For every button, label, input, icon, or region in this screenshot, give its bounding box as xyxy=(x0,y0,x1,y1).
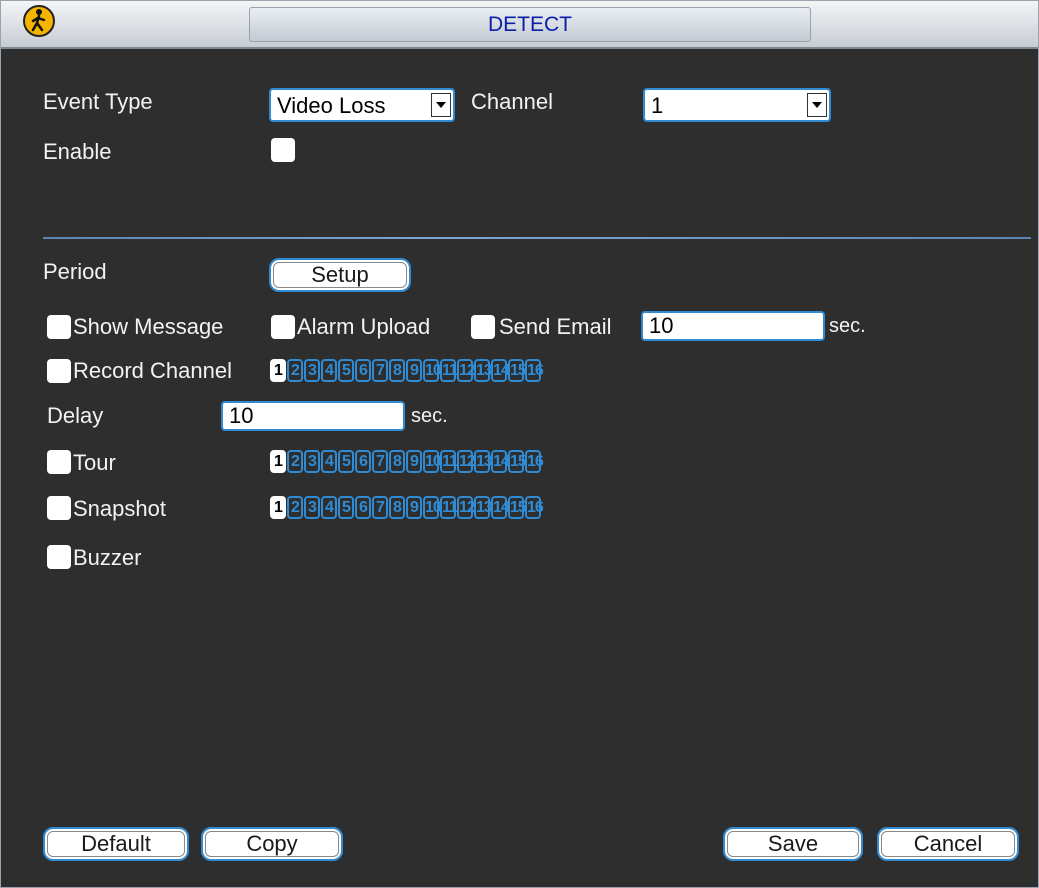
record-channel-16[interactable]: 16 xyxy=(525,359,544,382)
record-channel-10[interactable]: 10 xyxy=(423,359,442,382)
record-channel-6[interactable]: 6 xyxy=(355,359,371,382)
record-channel-13[interactable]: 13 xyxy=(474,359,493,382)
snapshot-channel-9[interactable]: 9 xyxy=(406,496,422,519)
channel-dropdown[interactable]: 1 xyxy=(643,88,831,122)
snapshot-channel-1[interactable]: 1 xyxy=(270,496,286,519)
snapshot-channel-7[interactable]: 7 xyxy=(372,496,388,519)
tour-channel-7[interactable]: 7 xyxy=(372,450,388,473)
show-message-label: Show Message xyxy=(73,314,224,339)
save-button[interactable]: Save xyxy=(723,827,863,861)
email-unit-label: sec. xyxy=(829,315,866,337)
detect-form: Event Type Video Loss Channel 1 Enable P… xyxy=(13,57,1033,879)
pedestrian-sign-icon xyxy=(23,5,55,37)
setup-button[interactable]: Setup xyxy=(269,258,411,292)
snapshot-channel-14[interactable]: 14 xyxy=(491,496,510,519)
snapshot-channel-13[interactable]: 13 xyxy=(474,496,493,519)
show-message-checkbox[interactable] xyxy=(47,315,71,339)
record-channel-9[interactable]: 9 xyxy=(406,359,422,382)
detect-window: DETECT Event Type Video Loss Channel 1 E… xyxy=(0,0,1039,888)
snapshot-channel-6[interactable]: 6 xyxy=(355,496,371,519)
send-email-label: Send Email xyxy=(499,314,612,339)
snapshot-channel-15[interactable]: 15 xyxy=(508,496,527,519)
default-button[interactable]: Default xyxy=(43,827,189,861)
buzzer-checkbox[interactable] xyxy=(47,545,71,569)
snapshot-channel-16[interactable]: 16 xyxy=(525,496,544,519)
record-channel-2[interactable]: 2 xyxy=(287,359,303,382)
enable-checkbox[interactable] xyxy=(271,138,295,162)
snapshot-channel-11[interactable]: 11 xyxy=(440,496,458,519)
section-divider xyxy=(43,237,1031,239)
tour-checkbox[interactable] xyxy=(47,450,71,474)
snapshot-channel-12[interactable]: 12 xyxy=(457,496,476,519)
alarm-upload-label: Alarm Upload xyxy=(297,314,431,339)
tour-channel-10[interactable]: 10 xyxy=(423,450,442,473)
channel-value: 1 xyxy=(651,93,664,118)
tour-channel-11[interactable]: 11 xyxy=(440,450,458,473)
tour-channel-16[interactable]: 16 xyxy=(525,450,544,473)
tour-channel-12[interactable]: 12 xyxy=(457,450,476,473)
snapshot-label: Snapshot xyxy=(73,496,166,521)
event-type-dropdown[interactable]: Video Loss xyxy=(269,88,455,122)
title-bar: DETECT xyxy=(1,1,1038,49)
email-interval-input[interactable]: 10 xyxy=(641,311,825,341)
record-channel-4[interactable]: 4 xyxy=(321,359,337,382)
delay-unit-label: sec. xyxy=(411,405,448,427)
event-type-value: Video Loss xyxy=(277,93,386,118)
period-label: Period xyxy=(43,259,107,284)
window-title: DETECT xyxy=(249,7,811,42)
tour-channel-14[interactable]: 14 xyxy=(491,450,510,473)
enable-label: Enable xyxy=(43,139,112,164)
tour-channel-5[interactable]: 5 xyxy=(338,450,354,473)
snapshot-channel-4[interactable]: 4 xyxy=(321,496,337,519)
record-channel-7[interactable]: 7 xyxy=(372,359,388,382)
buzzer-label: Buzzer xyxy=(73,545,142,570)
record-channel-checkbox[interactable] xyxy=(47,359,71,383)
chevron-down-icon[interactable] xyxy=(431,93,451,117)
record-channel-8[interactable]: 8 xyxy=(389,359,405,382)
copy-button[interactable]: Copy xyxy=(201,827,343,861)
tour-channel-9[interactable]: 9 xyxy=(406,450,422,473)
tour-channel-1[interactable]: 1 xyxy=(270,450,286,473)
record-channel-3[interactable]: 3 xyxy=(304,359,320,382)
record-channel-14[interactable]: 14 xyxy=(491,359,510,382)
cancel-button[interactable]: Cancel xyxy=(877,827,1019,861)
record-channel-1[interactable]: 1 xyxy=(270,359,286,382)
snapshot-channel-3[interactable]: 3 xyxy=(304,496,320,519)
snapshot-channel-2[interactable]: 2 xyxy=(287,496,303,519)
tour-channel-4[interactable]: 4 xyxy=(321,450,337,473)
tour-channel-8[interactable]: 8 xyxy=(389,450,405,473)
record-channel-5[interactable]: 5 xyxy=(338,359,354,382)
send-email-checkbox[interactable] xyxy=(471,315,495,339)
alarm-upload-checkbox[interactable] xyxy=(271,315,295,339)
snapshot-channel-5[interactable]: 5 xyxy=(338,496,354,519)
chevron-down-icon[interactable] xyxy=(807,93,827,117)
channel-label: Channel xyxy=(471,89,553,114)
event-type-label: Event Type xyxy=(43,89,153,114)
tour-channel-6[interactable]: 6 xyxy=(355,450,371,473)
record-channel-label: Record Channel xyxy=(73,358,232,383)
delay-input[interactable]: 10 xyxy=(221,401,405,431)
tour-channel-3[interactable]: 3 xyxy=(304,450,320,473)
snapshot-checkbox[interactable] xyxy=(47,496,71,520)
snapshot-channel-10[interactable]: 10 xyxy=(423,496,442,519)
tour-channel-13[interactable]: 13 xyxy=(474,450,493,473)
record-channel-12[interactable]: 12 xyxy=(457,359,476,382)
tour-channel-2[interactable]: 2 xyxy=(287,450,303,473)
snapshot-channel-8[interactable]: 8 xyxy=(389,496,405,519)
delay-label: Delay xyxy=(47,403,104,428)
record-channel-11[interactable]: 11 xyxy=(440,359,458,382)
tour-channel-15[interactable]: 15 xyxy=(508,450,527,473)
tour-label: Tour xyxy=(73,450,116,475)
record-channel-15[interactable]: 15 xyxy=(508,359,527,382)
